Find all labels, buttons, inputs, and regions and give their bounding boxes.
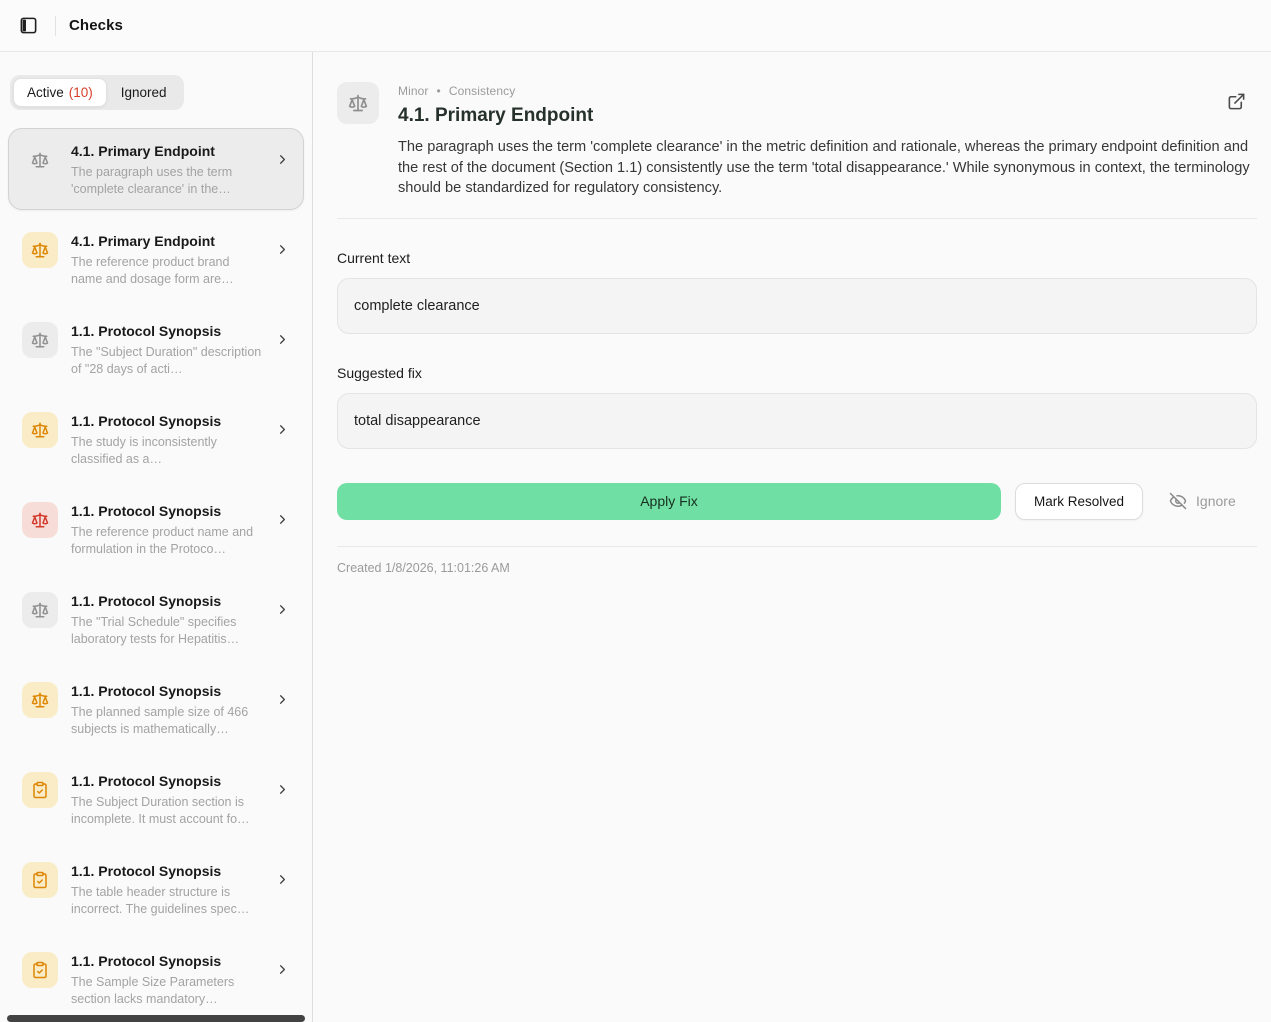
check-item-title: 1.1. Protocol Synopsis bbox=[71, 953, 262, 969]
ignore-button-label: Ignore bbox=[1196, 493, 1236, 509]
scale-icon bbox=[22, 502, 58, 538]
severity-label: Minor bbox=[398, 84, 429, 98]
check-detail-description: The paragraph uses the term 'complete cl… bbox=[398, 137, 1257, 199]
suggested-fix-value: total disappearance bbox=[354, 413, 481, 429]
clipboard-check-icon bbox=[22, 772, 58, 808]
check-item-title: 1.1. Protocol Synopsis bbox=[71, 503, 262, 519]
check-detail-title: 4.1. Primary Endpoint bbox=[398, 105, 1257, 127]
tab-active-label: Active bbox=[27, 85, 64, 100]
chevron-right-icon bbox=[275, 512, 290, 527]
check-list-item[interactable]: 1.1. Protocol Synopsis The "Trial Schedu… bbox=[8, 578, 304, 660]
check-item-description: The paragraph uses the term 'complete cl… bbox=[71, 164, 262, 197]
chevron-right-icon bbox=[275, 962, 290, 977]
check-detail-panel: Minor • Consistency 4.1. Primary Endpoin… bbox=[313, 52, 1271, 1022]
check-list-item[interactable]: 1.1. Protocol Synopsis The Subject Durat… bbox=[8, 758, 304, 840]
check-meta: Minor • Consistency bbox=[398, 84, 1257, 98]
meta-separator: • bbox=[437, 84, 441, 98]
check-list: 4.1. Primary Endpoint The paragraph uses… bbox=[0, 128, 312, 1020]
check-item-description: The Sample Size Parameters section lacks… bbox=[71, 974, 262, 1007]
scale-icon bbox=[22, 412, 58, 448]
check-list-item[interactable]: 4.1. Primary Endpoint The paragraph uses… bbox=[8, 128, 304, 210]
clipboard-check-icon bbox=[22, 862, 58, 898]
chevron-right-icon bbox=[275, 332, 290, 347]
check-list-item[interactable]: 4.1. Primary Endpoint The reference prod… bbox=[8, 218, 304, 300]
tab-ignored-label: Ignored bbox=[121, 85, 167, 100]
suggested-fix-field: total disappearance bbox=[337, 393, 1257, 449]
current-text-field: complete clearance bbox=[337, 278, 1257, 334]
apply-fix-button[interactable]: Apply Fix bbox=[337, 483, 1001, 520]
check-item-title: 1.1. Protocol Synopsis bbox=[71, 593, 262, 609]
check-item-description: The table header structure is incorrect.… bbox=[71, 884, 262, 917]
scale-icon bbox=[22, 322, 58, 358]
ignore-button[interactable]: Ignore bbox=[1169, 492, 1236, 510]
check-item-title: 4.1. Primary Endpoint bbox=[71, 143, 262, 159]
tab-ignored[interactable]: Ignored bbox=[107, 78, 181, 107]
open-in-document-button[interactable] bbox=[1223, 88, 1249, 114]
panel-left-icon bbox=[19, 16, 38, 35]
scale-icon bbox=[22, 142, 58, 178]
check-item-title: 4.1. Primary Endpoint bbox=[71, 233, 262, 249]
check-item-title: 1.1. Protocol Synopsis bbox=[71, 773, 262, 789]
page-title: Checks bbox=[69, 17, 123, 34]
chevron-right-icon bbox=[275, 242, 290, 257]
category-label: Consistency bbox=[449, 84, 515, 98]
check-item-title: 1.1. Protocol Synopsis bbox=[71, 323, 262, 339]
check-list-item[interactable]: 1.1. Protocol Synopsis The "Subject Dura… bbox=[8, 308, 304, 390]
check-item-description: The reference product brand name and dos… bbox=[71, 254, 262, 287]
check-item-description: The planned sample size of 466 subjects … bbox=[71, 704, 262, 737]
scale-icon bbox=[22, 592, 58, 628]
chevron-right-icon bbox=[275, 422, 290, 437]
chevron-right-icon bbox=[275, 152, 290, 167]
check-list-item[interactable]: 1.1. Protocol Synopsis The table header … bbox=[8, 848, 304, 930]
app-window: Checks Active (10) Ignored 4.1. Primary … bbox=[0, 0, 1271, 1022]
chevron-right-icon bbox=[275, 602, 290, 617]
check-list-item[interactable]: 1.1. Protocol Synopsis The Sample Size P… bbox=[8, 938, 304, 1020]
check-item-description: The reference product name and formulati… bbox=[71, 524, 262, 557]
check-item-description: The Subject Duration section is incomple… bbox=[71, 794, 262, 827]
section-divider bbox=[337, 218, 1257, 219]
sidebar-toggle-button[interactable] bbox=[14, 12, 42, 40]
suggested-fix-label: Suggested fix bbox=[337, 365, 1257, 381]
check-list-item[interactable]: 1.1. Protocol Synopsis The reference pro… bbox=[8, 488, 304, 570]
scale-icon bbox=[337, 82, 379, 124]
chevron-right-icon bbox=[275, 782, 290, 797]
chevron-right-icon bbox=[275, 692, 290, 707]
current-text-value: complete clearance bbox=[354, 298, 480, 314]
clipboard-check-icon bbox=[22, 952, 58, 988]
check-item-title: 1.1. Protocol Synopsis bbox=[71, 683, 262, 699]
check-item-description: The "Trial Schedule" specifies laborator… bbox=[71, 614, 262, 647]
eye-off-icon bbox=[1169, 492, 1187, 510]
footer-divider bbox=[337, 546, 1257, 547]
active-count-badge: (10) bbox=[69, 85, 93, 100]
check-item-description: The study is inconsistently classified a… bbox=[71, 434, 262, 467]
tab-active[interactable]: Active (10) bbox=[13, 78, 107, 107]
scale-icon bbox=[22, 232, 58, 268]
filter-segmented-control: Active (10) Ignored bbox=[10, 75, 184, 110]
check-list-item[interactable]: 1.1. Protocol Synopsis The planned sampl… bbox=[8, 668, 304, 750]
check-list-item[interactable]: 1.1. Protocol Synopsis The study is inco… bbox=[8, 398, 304, 480]
check-item-title: 1.1. Protocol Synopsis bbox=[71, 413, 262, 429]
checks-sidebar: Active (10) Ignored 4.1. Primary Endpoin… bbox=[0, 52, 313, 1022]
topbar-divider bbox=[55, 16, 56, 36]
chevron-right-icon bbox=[275, 872, 290, 887]
check-item-title: 1.1. Protocol Synopsis bbox=[71, 863, 262, 879]
top-bar: Checks bbox=[0, 0, 1271, 52]
created-timestamp: Created 1/8/2026, 11:01:26 AM bbox=[337, 561, 1257, 575]
horizontal-scrollbar[interactable] bbox=[7, 1015, 305, 1022]
external-link-icon bbox=[1227, 92, 1246, 111]
mark-resolved-button[interactable]: Mark Resolved bbox=[1015, 483, 1143, 520]
scale-icon bbox=[22, 682, 58, 718]
current-text-label: Current text bbox=[337, 250, 1257, 266]
check-item-description: The "Subject Duration" description of "2… bbox=[71, 344, 262, 377]
